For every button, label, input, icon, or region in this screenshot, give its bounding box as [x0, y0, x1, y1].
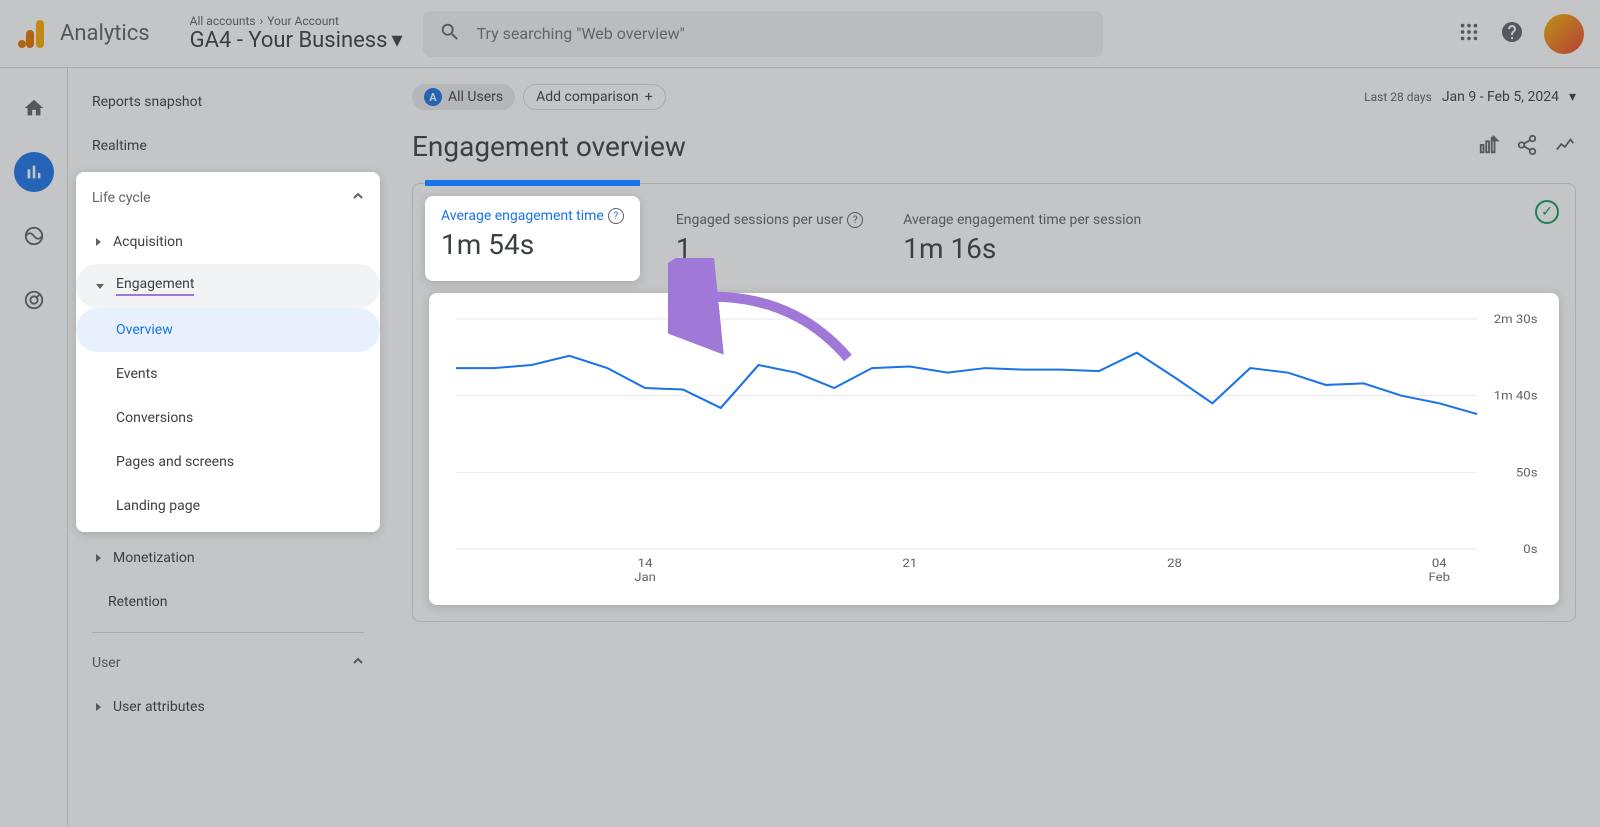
app-header: Analytics All accounts › Your Account GA… — [0, 0, 1600, 68]
reports-sidebar: Reports snapshot Realtime Life cycle Acq… — [68, 68, 388, 827]
share-icon[interactable] — [1516, 134, 1538, 160]
search-box[interactable] — [423, 11, 1103, 57]
sidebar-reports-snapshot[interactable]: Reports snapshot — [76, 80, 380, 124]
property-dropdown[interactable]: GA4 - Your Business ▾ — [190, 28, 403, 53]
engagement-card: Average engagement time? 1m 54s Engaged … — [412, 183, 1576, 622]
chip-badge-a: A — [424, 88, 442, 106]
metric-avg-per-session[interactable]: Average engagement time per session 1m 1… — [903, 200, 1141, 277]
help-icon[interactable]: ? — [608, 208, 624, 224]
date-range-picker[interactable]: Last 28 days Jan 9 - Feb 5, 2024 ▾ — [1364, 89, 1576, 105]
metric-engaged-sessions[interactable]: Engaged sessions per user? 1 — [676, 200, 863, 277]
page-title-row: Engagement overview — [412, 130, 1576, 163]
metric-tabs: Average engagement time? 1m 54s Engaged … — [413, 184, 1575, 277]
rail-explore-icon[interactable] — [14, 216, 54, 256]
sidebar-lifecycle-header[interactable]: Life cycle — [76, 176, 380, 220]
sidebar-engagement-conversions[interactable]: Conversions — [76, 396, 380, 440]
rail-home-icon[interactable] — [14, 88, 54, 128]
logo-section: Analytics — [16, 16, 150, 52]
sidebar-engagement-landing[interactable]: Landing page — [76, 484, 380, 528]
sidebar-engagement-events[interactable]: Events — [76, 352, 380, 396]
help-icon[interactable]: ? — [847, 212, 863, 228]
svg-text:28: 28 — [1167, 557, 1182, 571]
svg-text:0s: 0s — [1523, 543, 1537, 557]
svg-text:2m 30s: 2m 30s — [1494, 313, 1538, 327]
help-icon[interactable] — [1500, 20, 1524, 48]
main-content: A All Users Add comparison + Last 28 day… — [388, 68, 1600, 827]
line-chart: 0s 50s 1m 40s 2m 30s 14Jan 21 28 04Feb — [445, 309, 1543, 589]
chevron-down-icon: ▾ — [392, 28, 403, 53]
sidebar-engagement-pages[interactable]: Pages and screens — [76, 440, 380, 484]
chevron-up-icon — [352, 190, 364, 206]
triangle-right-icon — [96, 554, 101, 562]
comparison-chips: A All Users Add comparison + — [412, 84, 666, 110]
add-comparison-button[interactable]: Add comparison + — [523, 84, 666, 110]
engagement-chart: 0s 50s 1m 40s 2m 30s 14Jan 21 28 04Feb — [429, 293, 1559, 605]
chip-all-users[interactable]: A All Users — [412, 84, 515, 110]
sidebar-acquisition[interactable]: Acquisition — [76, 220, 380, 264]
sidebar-engagement-overview[interactable]: Overview — [76, 308, 380, 352]
left-rail — [0, 68, 68, 827]
header-actions — [1458, 14, 1584, 54]
triangle-right-icon — [96, 703, 101, 711]
sidebar-engagement[interactable]: Engagement — [76, 264, 380, 308]
chevron-right-icon: › — [260, 14, 264, 28]
insights-icon[interactable] — [1554, 134, 1576, 160]
sidebar-user-header[interactable]: User — [76, 641, 380, 685]
svg-text:Jan: Jan — [634, 571, 656, 585]
breadcrumb-all: All accounts — [190, 14, 256, 28]
metric-avg-engagement[interactable]: Average engagement time? 1m 54s — [425, 196, 640, 281]
toolbar: A All Users Add comparison + Last 28 day… — [412, 84, 1576, 110]
svg-text:04: 04 — [1432, 557, 1447, 571]
apps-icon[interactable] — [1458, 21, 1480, 47]
triangle-right-icon — [96, 238, 101, 246]
triangle-down-icon — [96, 284, 104, 289]
title-actions — [1478, 134, 1576, 160]
plus-icon: + — [645, 89, 653, 105]
svg-text:1m 40s: 1m 40s — [1494, 389, 1538, 403]
chevron-up-icon — [352, 655, 364, 671]
rail-advertising-icon[interactable] — [14, 280, 54, 320]
sidebar-lifecycle-group: Life cycle Acquisition Engagement Overvi… — [76, 172, 380, 532]
account-selector[interactable]: All accounts › Your Account GA4 - Your B… — [190, 14, 403, 53]
customize-report-icon[interactable] — [1478, 134, 1500, 160]
property-name: GA4 - Your Business — [190, 28, 388, 53]
sidebar-divider — [92, 632, 364, 633]
breadcrumb: All accounts › Your Account — [190, 14, 403, 28]
sidebar-retention[interactable]: Retention — [76, 580, 380, 624]
search-input[interactable] — [477, 24, 1087, 43]
rail-reports-icon[interactable] — [14, 152, 54, 192]
svg-text:Feb: Feb — [1429, 571, 1451, 585]
sidebar-monetization[interactable]: Monetization — [76, 536, 380, 580]
breadcrumb-account: Your Account — [267, 14, 339, 28]
chevron-down-icon: ▾ — [1569, 89, 1576, 105]
svg-text:50s: 50s — [1516, 466, 1538, 480]
search-icon — [439, 21, 461, 47]
svg-text:21: 21 — [902, 557, 917, 571]
svg-text:14: 14 — [638, 557, 653, 571]
sidebar-realtime[interactable]: Realtime — [76, 124, 380, 168]
status-check-icon[interactable]: ✓ — [1535, 200, 1559, 224]
sidebar-user-attributes[interactable]: User attributes — [76, 685, 380, 729]
user-avatar[interactable] — [1544, 14, 1584, 54]
page-title: Engagement overview — [412, 130, 686, 163]
product-name: Analytics — [60, 21, 150, 46]
ga-logo-icon — [16, 16, 52, 52]
